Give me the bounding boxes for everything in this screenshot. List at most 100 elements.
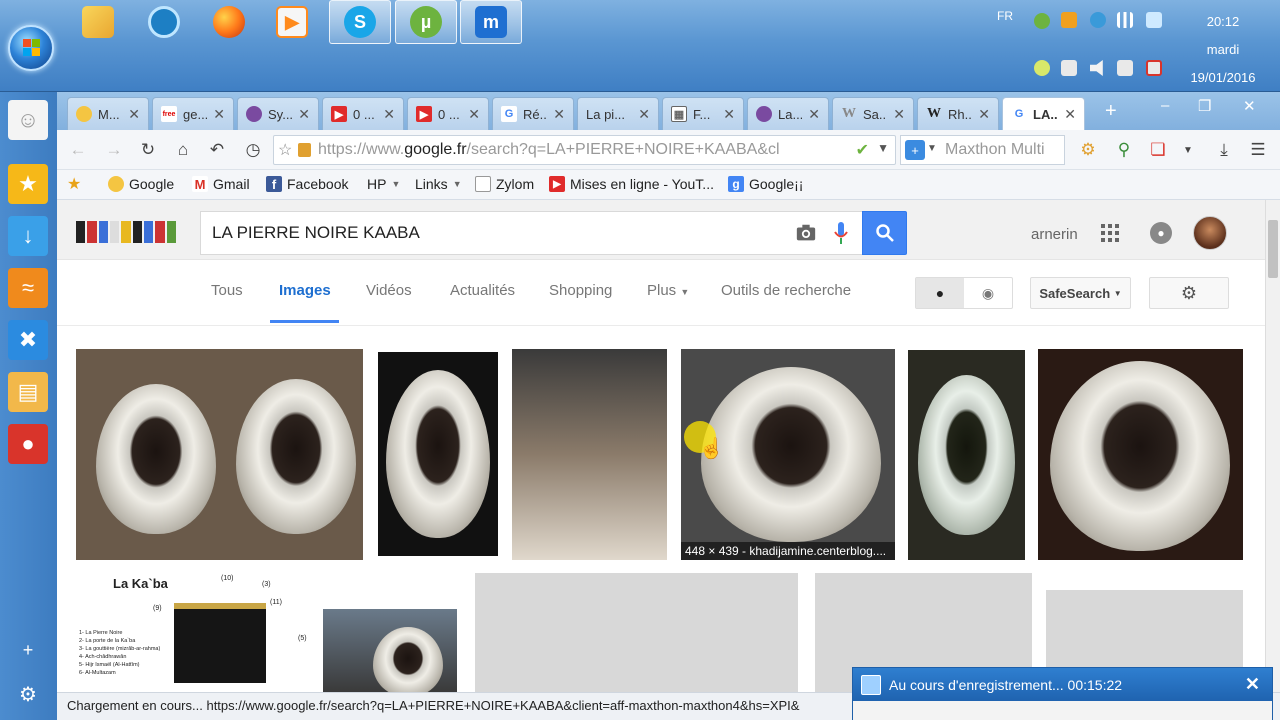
taskbar-explorer[interactable] xyxy=(67,0,129,44)
history-icon[interactable]: ◷ xyxy=(242,139,264,161)
account-name[interactable]: arnerin xyxy=(1031,226,1078,243)
close-icon[interactable]: ✕ xyxy=(468,106,480,123)
tab[interactable]: La pi... ✕ xyxy=(577,97,659,130)
close-icon[interactable]: ✕ xyxy=(213,106,225,123)
search-engine-box[interactable]: + ▼ Maxthon Multi xyxy=(900,135,1065,165)
image-result[interactable] xyxy=(323,609,457,692)
warning-tray-icon[interactable] xyxy=(1061,12,1077,28)
close-icon[interactable]: ✕ xyxy=(1064,106,1076,123)
favorites-icon[interactable]: ★ xyxy=(67,174,81,194)
bookmark-google[interactable]: Google xyxy=(108,176,174,192)
chevron-down-icon[interactable]: ▼ xyxy=(877,141,889,155)
google-search-button[interactable] xyxy=(862,211,907,255)
tab[interactable]: ▦ F... ✕ xyxy=(662,97,744,130)
network-tray-icon[interactable] xyxy=(1090,12,1106,28)
utorrent-tray-icon[interactable] xyxy=(1034,13,1050,29)
magnifier-icon[interactable]: ⚲ xyxy=(1113,139,1135,161)
flag-tray-icon[interactable] xyxy=(1061,60,1077,76)
image-result[interactable] xyxy=(908,350,1025,560)
leaf-tray-icon[interactable] xyxy=(1034,60,1050,76)
tab[interactable]: W Rh... ✕ xyxy=(917,97,999,130)
apps-grid-icon[interactable] xyxy=(1101,224,1119,242)
close-icon[interactable]: ✕ xyxy=(978,106,990,123)
bookmark-facebook[interactable]: f Facebook xyxy=(266,176,348,192)
settings-gear-icon[interactable]: ⚙ xyxy=(16,682,40,706)
notifications-bell-icon[interactable]: ● xyxy=(1150,222,1172,244)
close-icon[interactable]: ✕ xyxy=(723,106,735,123)
address-bar[interactable]: ☆ https://www.google.fr/search?q=LA+PIER… xyxy=(273,135,896,165)
tab[interactable]: La... ✕ xyxy=(747,97,829,130)
image-result[interactable] xyxy=(378,352,498,556)
device-tray-icon[interactable] xyxy=(1117,60,1133,76)
tab-shopping[interactable]: Shopping xyxy=(549,282,612,299)
key-icon[interactable]: ⚙ xyxy=(1077,139,1099,161)
menu-icon[interactable]: ☰ xyxy=(1247,139,1269,161)
image-result[interactable] xyxy=(512,349,667,560)
tab[interactable]: Sy... ✕ xyxy=(237,97,319,130)
image-placeholder[interactable] xyxy=(475,573,798,692)
home-icon[interactable]: ⌂ xyxy=(172,139,194,161)
forward-button[interactable]: → xyxy=(103,139,125,161)
start-button[interactable] xyxy=(8,25,54,71)
close-icon[interactable]: ✕ xyxy=(383,106,395,123)
tab[interactable]: W Sa... ✕ xyxy=(832,97,914,130)
close-icon[interactable]: ✕ xyxy=(1245,674,1260,695)
language-indicator[interactable]: FR xyxy=(997,9,1013,23)
safesearch-dropdown[interactable]: SafeSearch ▼ xyxy=(1030,277,1131,309)
globe-icon[interactable]: ◉ xyxy=(964,278,1012,308)
undo-icon[interactable]: ↶ xyxy=(206,139,228,161)
volume-tray-icon[interactable] xyxy=(1090,60,1103,76)
power-tray-icon[interactable] xyxy=(1146,60,1162,76)
avatar[interactable] xyxy=(1193,216,1227,250)
screenshot-icon[interactable]: ❏ xyxy=(1147,139,1169,161)
bookmark-zylom[interactable]: Zylom xyxy=(475,176,534,192)
google-search-input[interactable]: LA PIERRE NOIRE KAABA xyxy=(200,211,863,255)
settings-gear-icon[interactable]: ⚙ xyxy=(1149,277,1229,309)
restore-button[interactable]: ❐ xyxy=(1198,97,1211,115)
tab[interactable]: M... ✕ xyxy=(67,97,149,130)
close-icon[interactable]: ✕ xyxy=(808,106,820,123)
scrollbar-thumb[interactable] xyxy=(1268,220,1278,278)
image-result-kaaba-diagram[interactable]: La Ka`ba (10) (3) (11) (9) (5) 1- La Pie… xyxy=(76,573,309,692)
notes-icon[interactable]: ▤ xyxy=(8,372,48,412)
taskbar-utorrent[interactable]: µ xyxy=(395,0,457,44)
google-doodle-logo[interactable] xyxy=(76,215,176,249)
tab-tous[interactable]: Tous xyxy=(211,282,243,299)
back-button[interactable]: ← xyxy=(67,139,89,161)
tab-plus[interactable]: Plus ▼ xyxy=(647,282,689,299)
tab-outils[interactable]: Outils de recherche xyxy=(721,282,851,299)
add-icon[interactable]: + xyxy=(18,640,38,660)
rss-icon[interactable]: ≈ xyxy=(8,268,48,308)
tab-actualites[interactable]: Actualités xyxy=(450,282,515,299)
snowflake-tray-icon[interactable] xyxy=(1146,12,1162,28)
download-manager-icon[interactable]: ⤓ xyxy=(1213,139,1235,161)
bookmark-star-icon[interactable]: ☆ xyxy=(278,140,292,160)
reload-icon[interactable]: ↻ xyxy=(137,139,159,161)
bookmark-gmail[interactable]: M Gmail xyxy=(192,176,250,192)
tab[interactable]: free ge... ✕ xyxy=(152,97,234,130)
tools-icon[interactable]: ✖ xyxy=(8,320,48,360)
tab-active[interactable]: G LA... ✕ xyxy=(1002,97,1085,130)
new-tab-button[interactable]: + xyxy=(1105,100,1117,123)
gamepad-icon[interactable]: ● xyxy=(8,424,48,464)
close-icon[interactable]: ✕ xyxy=(128,106,140,123)
microphone-icon[interactable] xyxy=(834,221,848,247)
close-icon[interactable]: ✕ xyxy=(638,106,650,123)
image-result[interactable] xyxy=(76,349,363,560)
bookmark-links[interactable]: Links ▼ xyxy=(415,176,462,192)
smiley-icon[interactable]: ☺ xyxy=(8,100,48,140)
tab[interactable]: ▶ 0 ... ✕ xyxy=(407,97,489,130)
signal-tray-icon[interactable] xyxy=(1117,12,1133,28)
bookmark-hp[interactable]: HP ▼ xyxy=(367,176,400,192)
person-icon[interactable]: ● xyxy=(916,278,964,308)
tab[interactable]: ▶ 0 ... ✕ xyxy=(322,97,404,130)
download-icon[interactable]: ↓ xyxy=(8,216,48,256)
system-clock[interactable]: 20:12 mardi 19/01/2016 xyxy=(1178,8,1268,92)
tab-videos[interactable]: Vidéos xyxy=(366,282,412,299)
bookmark-google-2[interactable]: g Google¡¡ xyxy=(728,176,803,192)
tab[interactable]: G Ré... ✕ xyxy=(492,97,574,130)
tab-images[interactable]: Images xyxy=(279,282,331,299)
search-engine-icon[interactable]: + xyxy=(905,140,925,160)
check-icon[interactable]: ✔ xyxy=(856,140,869,160)
close-icon[interactable]: ✕ xyxy=(553,106,565,123)
